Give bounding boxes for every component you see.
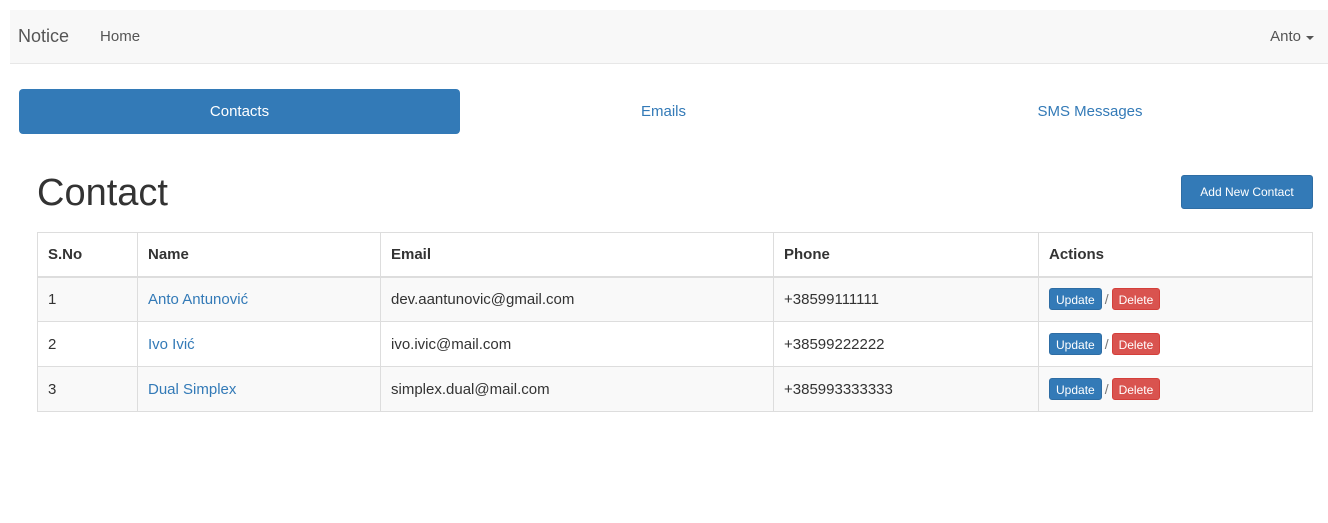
- cell-email: dev.aantunovic@gmail.com: [380, 276, 774, 322]
- header-sno: S.No: [37, 232, 138, 278]
- header-name: Name: [137, 232, 381, 278]
- caret-down-icon: [1306, 35, 1314, 40]
- tab-emails[interactable]: Emails: [460, 89, 867, 134]
- cell-phone: +38599222222: [773, 321, 1039, 367]
- delete-button[interactable]: Delete: [1111, 333, 1161, 355]
- page-title: Contact: [37, 172, 168, 214]
- tab-sms-messages[interactable]: SMS Messages: [867, 89, 1313, 134]
- cell-sno: 1: [37, 276, 138, 322]
- table-row: 3 Dual Simplex simplex.dual@mail.com +38…: [37, 366, 1313, 412]
- cell-actions: Update / Delete: [1038, 276, 1313, 322]
- cell-sno: 3: [37, 366, 138, 412]
- update-button[interactable]: Update: [1049, 378, 1102, 400]
- user-menu-dropdown[interactable]: Anto: [1270, 28, 1314, 45]
- tab-contacts[interactable]: Contacts: [19, 89, 460, 134]
- user-name: Anto: [1270, 28, 1301, 45]
- cell-phone: +385993333333: [773, 366, 1039, 412]
- table-header-row: S.No Name Email Phone Actions: [37, 232, 1313, 278]
- contact-name-link[interactable]: Anto Antunović: [148, 291, 248, 308]
- contact-name-link[interactable]: Dual Simplex: [148, 381, 236, 398]
- header-phone: Phone: [773, 232, 1039, 278]
- add-new-contact-button[interactable]: Add New Contact: [1181, 175, 1313, 209]
- delete-button[interactable]: Delete: [1111, 288, 1161, 311]
- brand-link[interactable]: Notice: [18, 26, 69, 47]
- action-separator: /: [1104, 336, 1109, 352]
- table-row: 1 Anto Antunović dev.aantunovic@gmail.co…: [37, 276, 1313, 322]
- header-actions: Actions: [1038, 232, 1313, 278]
- contacts-table: S.No Name Email Phone Actions 1 Anto Ant…: [37, 232, 1313, 412]
- update-button[interactable]: Update: [1049, 333, 1102, 355]
- header-email: Email: [380, 232, 774, 278]
- top-navbar: Notice Home Anto: [10, 10, 1328, 64]
- cell-actions: Update / Delete: [1038, 321, 1313, 367]
- contact-name-link[interactable]: Ivo Ivić: [148, 336, 195, 353]
- cell-phone: +38599111111: [773, 276, 1039, 322]
- delete-button[interactable]: Delete: [1111, 378, 1161, 400]
- table-row: 2 Ivo Ivić ivo.ivic@mail.com +3859922222…: [37, 321, 1313, 367]
- cell-email: simplex.dual@mail.com: [380, 366, 774, 412]
- cell-sno: 2: [37, 321, 138, 367]
- action-separator: /: [1104, 381, 1109, 397]
- tab-bar: Contacts Emails SMS Messages: [19, 89, 1313, 134]
- cell-actions: Update / Delete: [1038, 366, 1313, 412]
- nav-home-link[interactable]: Home: [100, 28, 140, 45]
- action-separator: /: [1104, 291, 1109, 308]
- update-button[interactable]: Update: [1049, 288, 1102, 311]
- cell-email: ivo.ivic@mail.com: [380, 321, 774, 367]
